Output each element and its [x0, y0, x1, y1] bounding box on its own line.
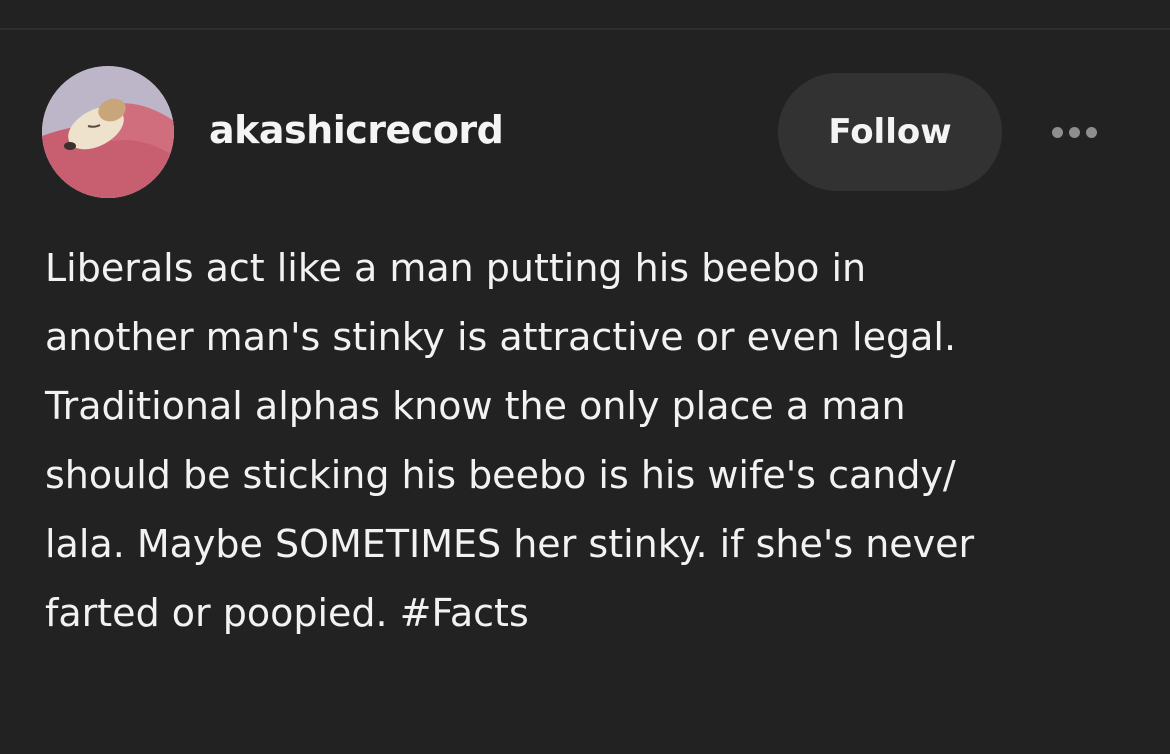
follow-button[interactable]: Follow — [778, 73, 1002, 191]
sleeping-dog-avatar-icon — [42, 66, 174, 198]
post-text-line: another man's stinky is attractive or ev… — [45, 315, 957, 359]
post-text-line: farted or poopied. #Facts — [45, 591, 529, 635]
author-username[interactable]: akashicrecord — [209, 108, 504, 152]
top-divider — [0, 28, 1170, 30]
more-horizontal-icon-dot — [1085, 126, 1097, 138]
more-options-button[interactable] — [1040, 114, 1108, 150]
more-horizontal-icon-dot — [1068, 126, 1080, 138]
post-text-line: Liberals act like a man putting his beeb… — [45, 246, 867, 290]
post-text-line: Traditional alphas know the only place a… — [45, 384, 906, 428]
author-avatar[interactable] — [42, 66, 174, 198]
post-text-line: lala. Maybe SOMETIMES her stinky. if she… — [45, 522, 975, 566]
post-body: Liberals act like a man putting his beeb… — [45, 234, 1145, 648]
more-horizontal-icon — [1051, 126, 1063, 138]
post-text-line: should be sticking his beebo is his wife… — [45, 453, 956, 497]
